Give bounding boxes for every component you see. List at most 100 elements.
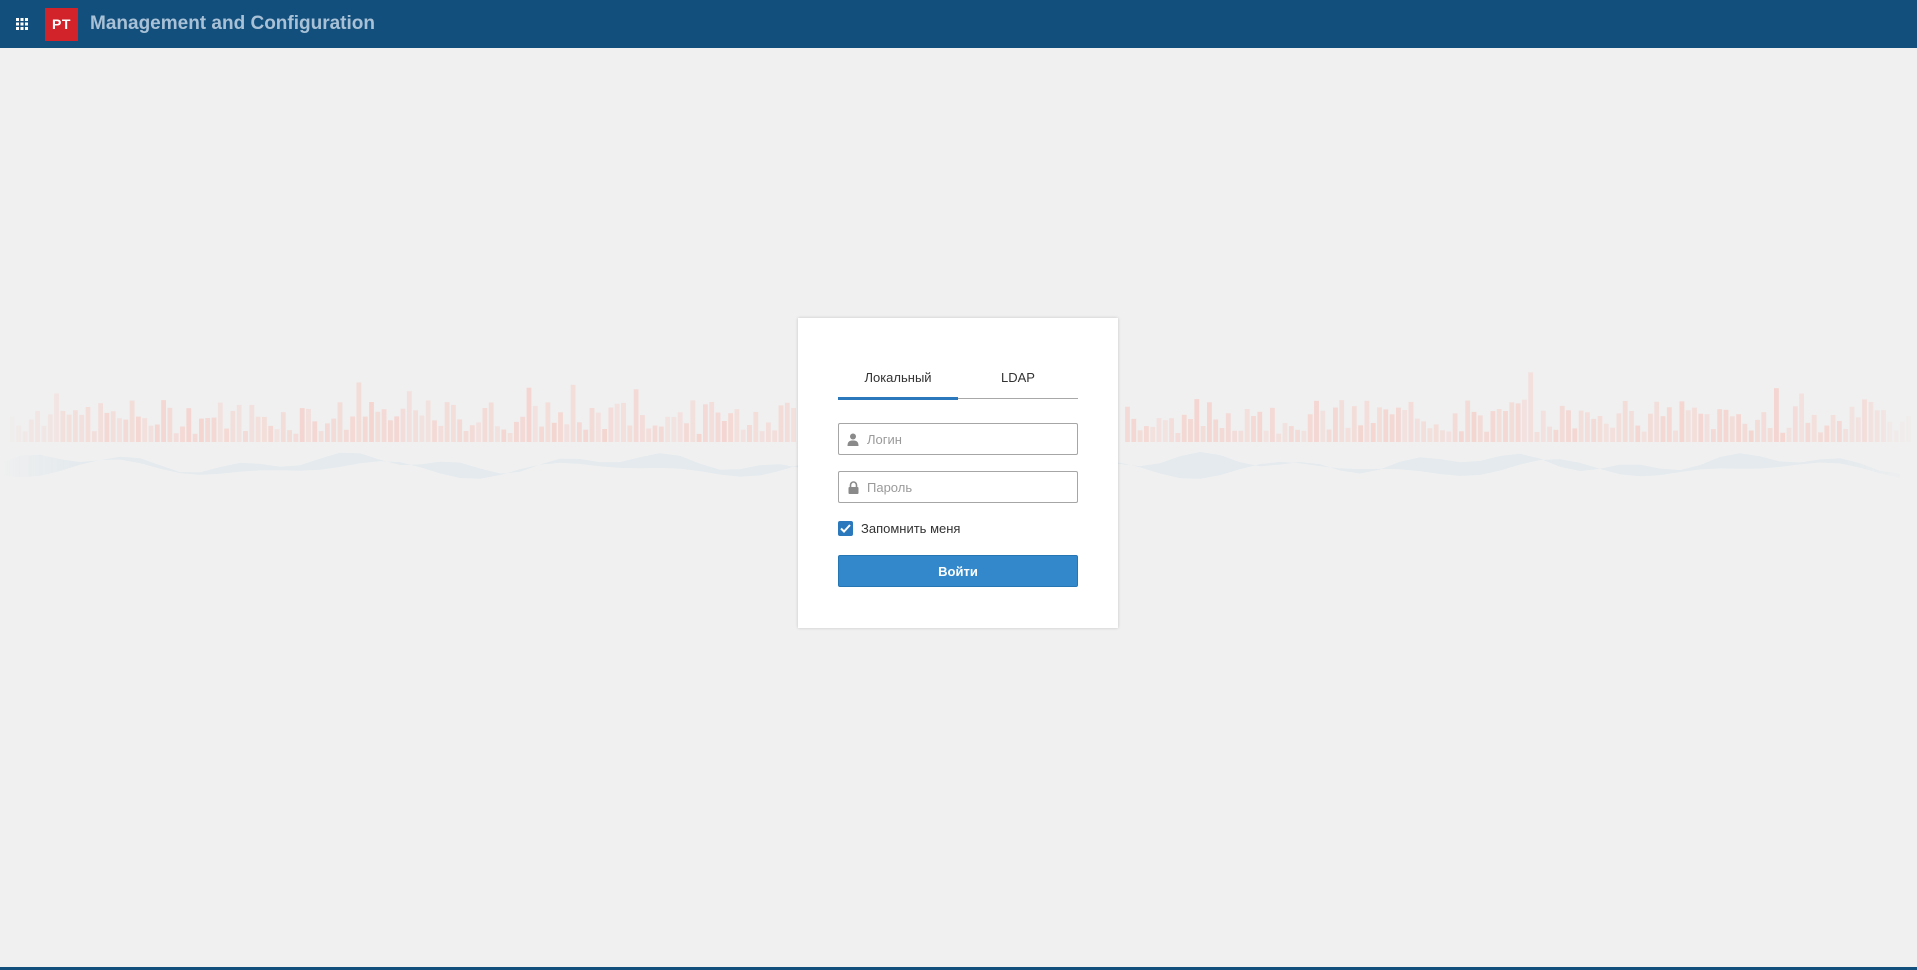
background-bar [1125,406,1130,442]
background-bar [54,393,59,442]
background-bar [129,400,135,442]
background-bar [1326,429,1332,442]
background-bar [91,431,97,442]
background-bar [614,403,620,442]
background-bar [331,418,337,442]
pt-logo[interactable]: PT [45,7,78,41]
background-bar [123,419,129,442]
background-bar [539,426,544,442]
background-bar [1811,414,1817,442]
background-bar [1692,407,1697,442]
background-bar [1698,413,1704,442]
background-bar [10,416,15,442]
background-bar [1786,427,1792,442]
background-bar [1175,433,1181,442]
background-bar [608,407,614,442]
background-bar [66,414,72,442]
background-bar [28,419,34,442]
background-bar [1446,431,1452,442]
background-bar [1207,402,1212,442]
background-bar [1742,423,1748,442]
background-bar [1219,428,1225,442]
auth-tabs: Локальный LDAP [838,368,1078,400]
login-card: Локальный LDAP Запомнить меня Войти [798,318,1118,628]
background-bar [696,433,702,442]
background-bar [1660,416,1666,442]
background-bar [60,410,66,442]
background-bar [457,419,463,442]
background-bar [583,429,589,442]
background-bar [1881,410,1886,442]
background-bar [1421,421,1426,442]
background-bar [432,420,437,442]
background-bar [1339,400,1345,442]
background-bar [1755,419,1760,442]
login-field[interactable] [838,423,1078,455]
background-bar [350,416,355,442]
background-bar [1717,409,1723,442]
background-bar [16,425,22,442]
remember-me[interactable]: Запомнить меня [838,521,960,536]
background-bar [1238,430,1244,442]
background-bar [1887,421,1893,442]
background-bar [507,433,513,442]
background-bar [520,416,526,442]
login-button[interactable]: Войти [838,555,1078,587]
background-bar [1408,401,1414,442]
tab-ldap[interactable]: LDAP [958,368,1078,398]
background-bar [1402,410,1408,442]
background-bar [488,402,494,442]
top-bar: PT Management and Configuration [0,0,1917,48]
background-bar [1263,430,1269,442]
background-bar [142,418,148,442]
background-bar [1799,393,1804,442]
background-bar [1465,400,1471,442]
background-bar [1364,400,1370,442]
background-bar [1188,419,1193,442]
background-bar [255,416,261,442]
background-bar [1156,418,1162,442]
remember-checkbox[interactable] [838,521,853,536]
background-bar [1748,430,1754,442]
background-bar [1704,414,1710,442]
background-bar [343,429,349,442]
background-bar [671,416,677,442]
background-bar [1333,407,1338,442]
background-bar [1377,407,1382,442]
background-bar [1780,432,1786,442]
background-bar [627,425,633,442]
background-bar [1818,432,1823,442]
background-bar [690,400,696,442]
password-input[interactable] [867,479,1067,495]
tab-local[interactable]: Локальный [838,368,958,400]
background-bar [1477,415,1483,442]
background-bar [180,426,185,442]
background-bar [1522,399,1527,442]
background-bar [1610,427,1615,442]
background-bar [728,413,733,442]
background-bar [1351,406,1357,442]
background-bar [110,411,116,442]
background-bar [406,391,412,442]
background-bar [47,414,53,442]
background-bar [236,404,242,442]
background-bar [79,414,85,442]
background-bar [356,382,362,442]
background-bar [444,402,450,442]
apps-menu-button[interactable] [0,0,44,48]
background-bar [1320,410,1326,442]
background-bar [287,430,292,442]
background-bar [1629,411,1634,442]
background-bar [1490,411,1496,442]
login-input[interactable] [867,431,1067,447]
background-bar [1900,421,1905,442]
background-bar [41,425,47,442]
background-bar [1528,372,1534,442]
remember-label: Запомнить меня [861,521,961,536]
background-bar [1893,430,1899,442]
background-bar [1295,429,1300,442]
background-bar [640,415,645,442]
background-bar [1767,428,1773,442]
password-field[interactable] [838,471,1078,503]
background-bar [394,416,400,442]
